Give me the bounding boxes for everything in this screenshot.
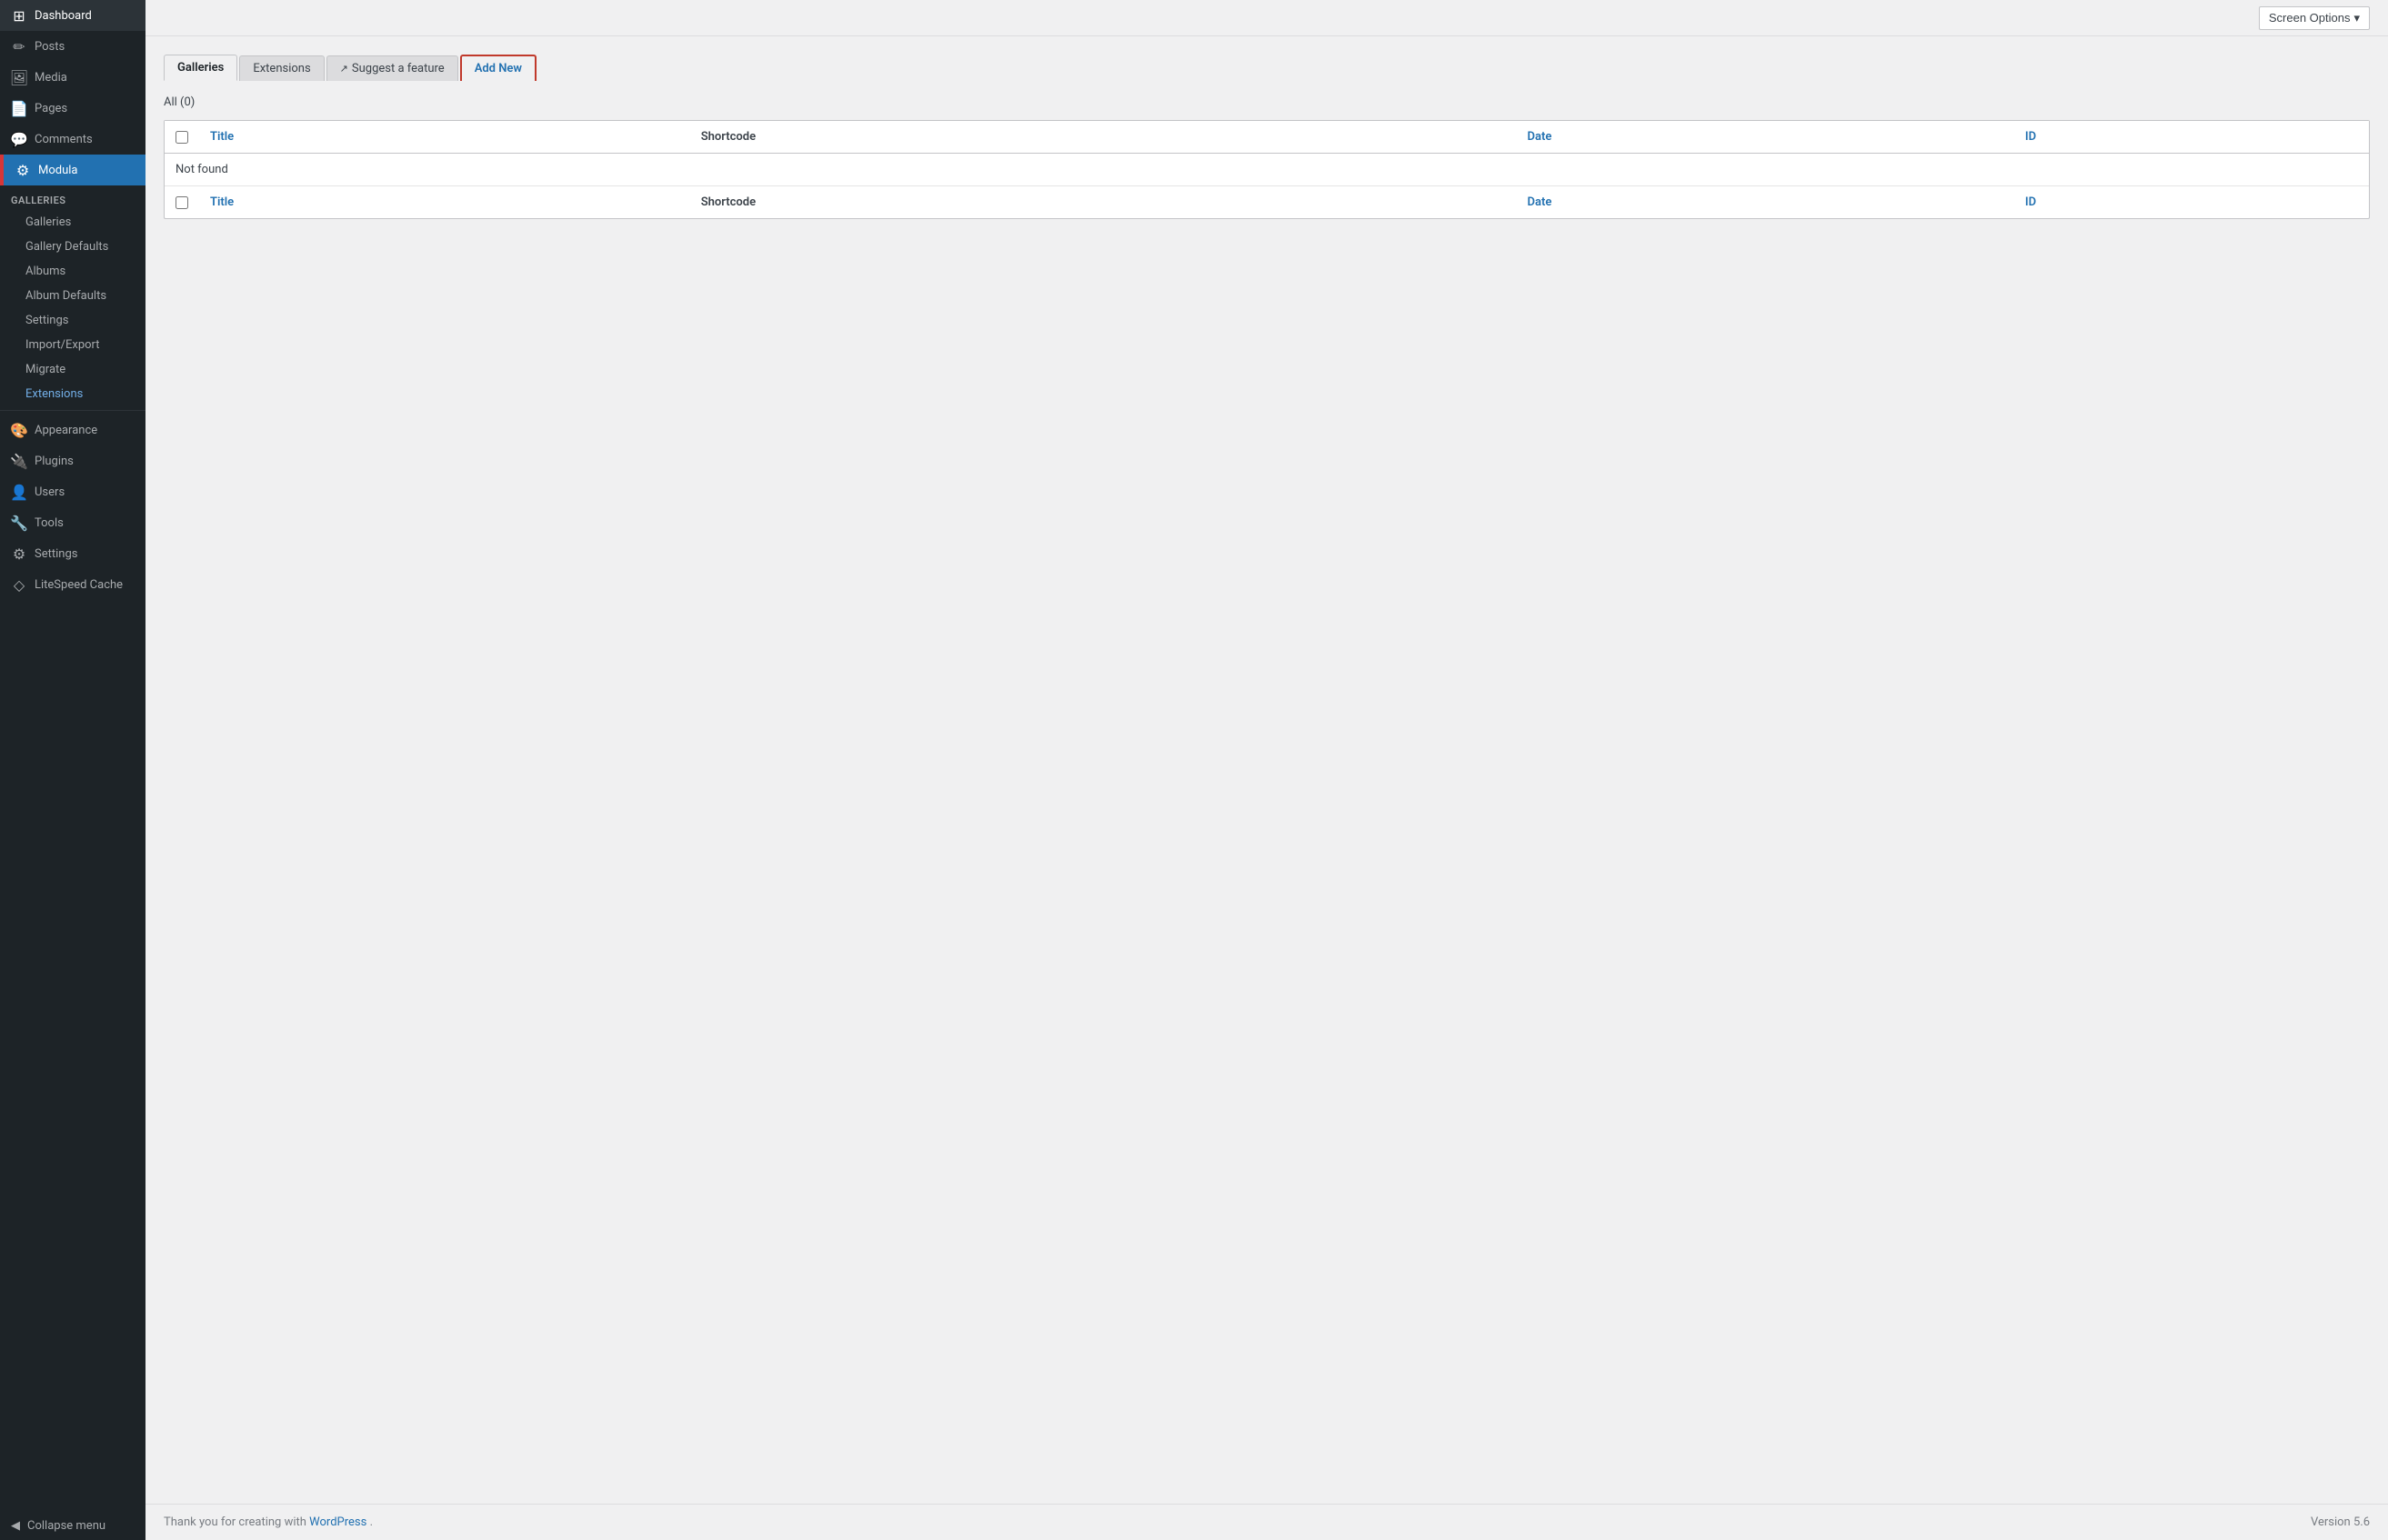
submenu-item-gallery-defaults[interactable]: Gallery Defaults <box>0 235 145 259</box>
sidebar-item-tools[interactable]: 🔧 Tools <box>0 507 145 538</box>
tools-icon: 🔧 <box>11 515 27 531</box>
galleries-section-label: Galleries <box>0 185 145 210</box>
submenu-item-migrate[interactable]: Migrate <box>0 357 145 382</box>
submenu-item-extensions[interactable]: Extensions <box>0 382 145 406</box>
page-content: Galleries Extensions ↗ Suggest a feature… <box>145 36 2388 1504</box>
plugins-icon: 🔌 <box>11 453 27 469</box>
dashboard-icon: ⊞ <box>11 7 27 24</box>
collapse-menu-button[interactable]: ◀ Collapse menu <box>0 1512 145 1540</box>
submenu-item-album-defaults[interactable]: Album Defaults <box>0 284 145 308</box>
sidebar-item-posts[interactable]: ✏ Posts <box>0 31 145 62</box>
sidebar-item-media[interactable]: 🖼 Media <box>0 62 145 93</box>
posts-icon: ✏ <box>11 38 27 55</box>
sidebar-divider <box>0 410 145 411</box>
page-footer: Thank you for creating with WordPress . … <box>145 1504 2388 1540</box>
wordpress-link[interactable]: WordPress <box>309 1515 366 1529</box>
table-footer-date[interactable]: Date <box>1517 186 2014 219</box>
collapse-icon: ◀ <box>11 1519 20 1533</box>
settings-icon: ⚙ <box>11 545 27 562</box>
table-header-title[interactable]: Title <box>199 121 690 154</box>
modula-icon: ⚙ <box>15 162 31 178</box>
table-footer-checkbox <box>165 186 199 219</box>
external-link-icon: ↗ <box>340 63 348 75</box>
submenu-item-galleries[interactable]: Galleries <box>0 210 145 235</box>
table-header-date[interactable]: Date <box>1517 121 2014 154</box>
sidebar-item-plugins[interactable]: 🔌 Plugins <box>0 445 145 476</box>
topbar: Screen Options ▾ <box>145 0 2388 36</box>
submenu-item-albums[interactable]: Albums <box>0 259 145 284</box>
galleries-table: Title Shortcode Date ID <box>164 120 2370 219</box>
submenu-item-import-export[interactable]: Import/Export <box>0 333 145 357</box>
sidebar-item-appearance[interactable]: 🎨 Appearance <box>0 415 145 445</box>
table-header-shortcode: Shortcode <box>690 121 1517 154</box>
sidebar: ⊞ Dashboard ✏ Posts 🖼 Media 📄 Pages 💬 Co… <box>0 0 145 1540</box>
submenu-item-settings[interactable]: Settings <box>0 308 145 333</box>
appearance-icon: 🎨 <box>11 422 27 438</box>
table-footer-row: Title Shortcode Date ID <box>165 186 2369 219</box>
screen-options-arrow-icon: ▾ <box>2353 11 2360 25</box>
sidebar-item-litespeed-cache[interactable]: ◇ LiteSpeed Cache <box>0 569 145 600</box>
sidebar-item-dashboard[interactable]: ⊞ Dashboard <box>0 0 145 31</box>
main-content: Screen Options ▾ Galleries Extensions ↗ … <box>145 0 2388 1540</box>
footer-version: Version 5.6 <box>2311 1515 2370 1529</box>
media-icon: 🖼 <box>11 69 27 85</box>
modula-submenu: Galleries Galleries Gallery Defaults Alb… <box>0 185 145 406</box>
pages-icon: 📄 <box>11 100 27 116</box>
footer-thank-you: Thank you for creating with WordPress . <box>164 1515 373 1529</box>
filter-row: All (0) <box>164 95 2370 109</box>
table-header-checkbox <box>165 121 199 154</box>
table-header-row: Title Shortcode Date ID <box>165 121 2369 154</box>
table-row-not-found: Not found <box>165 154 2369 186</box>
sidebar-item-settings[interactable]: ⚙ Settings <box>0 538 145 569</box>
tab-suggest-feature[interactable]: ↗ Suggest a feature <box>326 55 458 81</box>
screen-options-button[interactable]: Screen Options ▾ <box>2259 6 2370 30</box>
not-found-message: Not found <box>165 154 2369 186</box>
tabs-row: Galleries Extensions ↗ Suggest a feature… <box>164 55 2370 81</box>
sidebar-item-modula[interactable]: ⚙ Modula <box>0 155 145 185</box>
select-all-footer-checkbox[interactable] <box>176 196 188 209</box>
select-all-checkbox[interactable] <box>176 131 188 144</box>
table-footer-id[interactable]: ID <box>2014 186 2369 219</box>
tab-add-new[interactable]: Add New <box>460 55 537 81</box>
sidebar-item-comments[interactable]: 💬 Comments <box>0 124 145 155</box>
tab-extensions[interactable]: Extensions <box>239 55 324 81</box>
sidebar-item-users[interactable]: 👤 Users <box>0 476 145 507</box>
sidebar-item-pages[interactable]: 📄 Pages <box>0 93 145 124</box>
litespeed-icon: ◇ <box>11 576 27 593</box>
comments-icon: 💬 <box>11 131 27 147</box>
table-footer-title[interactable]: Title <box>199 186 690 219</box>
table-header-id[interactable]: ID <box>2014 121 2369 154</box>
users-icon: 👤 <box>11 484 27 500</box>
tab-galleries[interactable]: Galleries <box>164 55 237 81</box>
table-footer-shortcode: Shortcode <box>690 186 1517 219</box>
